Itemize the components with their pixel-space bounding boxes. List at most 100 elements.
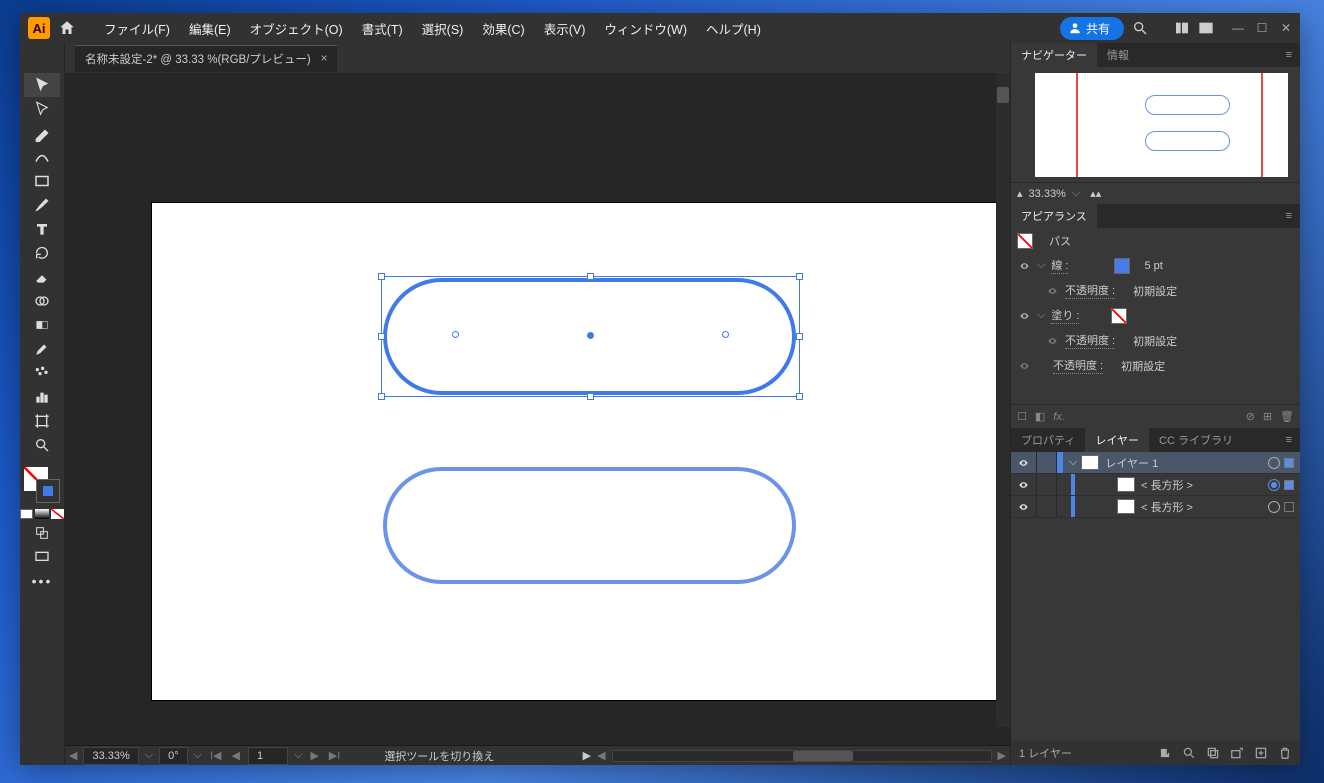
navigator-menu-icon[interactable]: ≡ bbox=[1278, 49, 1300, 61]
delete-layer-icon[interactable] bbox=[1278, 746, 1292, 760]
curvature-tool[interactable] bbox=[24, 145, 60, 169]
clip-icon[interactable] bbox=[1206, 746, 1220, 760]
fill-swatch[interactable] bbox=[1111, 308, 1127, 324]
menu-window[interactable]: ウィンドウ(W) bbox=[596, 15, 695, 42]
zoom-tool[interactable] bbox=[24, 433, 60, 457]
pen-tool[interactable] bbox=[24, 121, 60, 145]
document-tab[interactable]: 名称未設定-2* @ 33.33 %(RGB/プレビュー) × bbox=[75, 45, 337, 72]
cc-libraries-tab[interactable]: CC ライブラリ bbox=[1149, 428, 1243, 452]
handle-sw[interactable] bbox=[378, 393, 385, 400]
eye-icon[interactable] bbox=[1046, 336, 1059, 346]
canvas[interactable] bbox=[65, 73, 1010, 745]
fill-opacity-label[interactable]: 不透明度 : bbox=[1065, 332, 1115, 349]
stroke-swatch[interactable] bbox=[1114, 258, 1130, 274]
color-mode-row[interactable] bbox=[20, 509, 64, 519]
stroke-label[interactable]: 線 : bbox=[1051, 257, 1068, 274]
new-fill-icon[interactable]: ◧ bbox=[1035, 410, 1045, 423]
lock-col[interactable] bbox=[1037, 496, 1057, 517]
symbol-sprayer-tool[interactable] bbox=[24, 361, 60, 385]
target-icon[interactable] bbox=[1268, 457, 1280, 469]
eye-icon[interactable] bbox=[1018, 361, 1031, 371]
layer-row-1[interactable]: ⌵ レイヤー 1 bbox=[1011, 452, 1300, 474]
duplicate-icon[interactable]: ⊞ bbox=[1263, 410, 1272, 423]
properties-tab[interactable]: プロパティ bbox=[1011, 428, 1085, 452]
horizontal-scrollbar[interactable] bbox=[612, 750, 992, 762]
hscroll-left[interactable]: ▶ bbox=[583, 749, 591, 762]
arrange-icon[interactable] bbox=[1198, 20, 1214, 36]
next-artboard-button[interactable]: ▶ bbox=[308, 749, 320, 762]
new-stroke-icon[interactable]: ☐ bbox=[1017, 410, 1027, 423]
type-tool[interactable] bbox=[24, 217, 60, 241]
close-tab-button[interactable]: × bbox=[321, 53, 328, 65]
rounded-rect-2[interactable] bbox=[383, 467, 796, 584]
zoom-field[interactable]: 33.33% bbox=[83, 747, 138, 765]
rotation-dropdown-icon[interactable]: ⌵ bbox=[194, 749, 202, 762]
fill-stroke-swatch[interactable] bbox=[24, 467, 60, 503]
rectangle-tool[interactable] bbox=[24, 169, 60, 193]
menu-edit[interactable]: 編集(E) bbox=[181, 15, 239, 42]
artboard-tool[interactable] bbox=[24, 409, 60, 433]
eye-icon[interactable] bbox=[1018, 311, 1031, 321]
new-layer-icon[interactable] bbox=[1254, 746, 1268, 760]
share-button[interactable]: 共有 bbox=[1060, 17, 1124, 40]
layers-menu-icon[interactable]: ≡ bbox=[1278, 434, 1300, 446]
fx-icon[interactable]: fx. bbox=[1053, 411, 1065, 423]
menu-help[interactable]: ヘルプ(H) bbox=[698, 15, 769, 42]
navigator-panel[interactable] bbox=[1011, 67, 1300, 182]
first-artboard-button[interactable]: I◀ bbox=[208, 749, 224, 762]
appearance-menu-icon[interactable]: ≡ bbox=[1278, 210, 1300, 222]
menu-file[interactable]: ファイル(F) bbox=[96, 15, 178, 42]
navigator-tab[interactable]: ナビゲーター bbox=[1011, 43, 1097, 67]
prev-artboard-button[interactable]: ◀ bbox=[230, 749, 242, 762]
hscroll-end[interactable]: ▶ bbox=[998, 749, 1006, 762]
sublayer-row-1[interactable]: < 長方形 > bbox=[1011, 474, 1300, 496]
appearance-tab[interactable]: アピアランス bbox=[1011, 204, 1097, 228]
eye-icon[interactable] bbox=[1046, 286, 1059, 296]
opacity-label[interactable]: 不透明度 : bbox=[1053, 357, 1103, 374]
zoom-dropdown-icon[interactable]: ⌵ bbox=[145, 749, 153, 762]
new-sublayer-icon[interactable] bbox=[1230, 746, 1244, 760]
draw-mode[interactable] bbox=[24, 521, 60, 545]
locate-icon[interactable] bbox=[1182, 746, 1196, 760]
gradient-tool[interactable] bbox=[24, 313, 60, 337]
maximize-button[interactable]: ☐ bbox=[1256, 22, 1268, 34]
lock-col[interactable] bbox=[1037, 474, 1057, 495]
vertical-scrollbar[interactable] bbox=[996, 73, 1010, 727]
menu-effect[interactable]: 効果(C) bbox=[474, 15, 532, 42]
target-icon[interactable] bbox=[1268, 501, 1280, 513]
live-corner-e[interactable] bbox=[722, 331, 729, 338]
graph-tool[interactable] bbox=[24, 385, 60, 409]
rotate-tool[interactable] bbox=[24, 241, 60, 265]
info-tab[interactable]: 情報 bbox=[1097, 43, 1139, 67]
home-icon[interactable] bbox=[58, 19, 76, 37]
target-icon[interactable] bbox=[1268, 479, 1280, 491]
nav-viewport-box[interactable] bbox=[1076, 73, 1263, 177]
artboard-number[interactable]: 1 bbox=[248, 747, 288, 765]
zoom-in-icon[interactable]: ▴▴ bbox=[1090, 187, 1101, 200]
last-artboard-button[interactable]: ▶I bbox=[327, 749, 343, 762]
clear-icon[interactable]: ⊘ bbox=[1246, 410, 1255, 423]
selection-tool[interactable] bbox=[24, 73, 60, 97]
menu-select[interactable]: 選択(S) bbox=[414, 15, 472, 42]
handle-ne[interactable] bbox=[796, 273, 803, 280]
eye-icon[interactable] bbox=[1018, 261, 1031, 271]
expand-fill-icon[interactable]: ⌵ bbox=[1037, 309, 1045, 322]
layers-tab[interactable]: レイヤー bbox=[1085, 428, 1149, 452]
sublayer-row-2[interactable]: < 長方形 > bbox=[1011, 496, 1300, 518]
object-name[interactable]: < 長方形 > bbox=[1141, 499, 1264, 515]
expand-layer-icon[interactable]: ⌵ bbox=[1069, 456, 1077, 469]
artboard-dropdown-icon[interactable]: ⌵ bbox=[294, 749, 302, 762]
stroke-opacity-label[interactable]: 不透明度 : bbox=[1065, 282, 1115, 299]
rotation-field[interactable]: 0° bbox=[159, 747, 188, 765]
layer-name[interactable]: レイヤー 1 bbox=[1105, 455, 1264, 471]
stroke-value[interactable]: 5 pt bbox=[1144, 260, 1162, 272]
handle-e[interactable] bbox=[796, 333, 803, 340]
shape-builder-tool[interactable] bbox=[24, 289, 60, 313]
eraser-tool[interactable] bbox=[24, 265, 60, 289]
eyedropper-tool[interactable] bbox=[24, 337, 60, 361]
handle-se[interactable] bbox=[796, 393, 803, 400]
zoom-out-icon[interactable]: ▴ bbox=[1017, 187, 1023, 200]
eye-icon[interactable] bbox=[1017, 458, 1030, 468]
eye-icon[interactable] bbox=[1017, 480, 1030, 490]
zoom-dropdown[interactable]: ⌵ bbox=[1072, 187, 1080, 200]
